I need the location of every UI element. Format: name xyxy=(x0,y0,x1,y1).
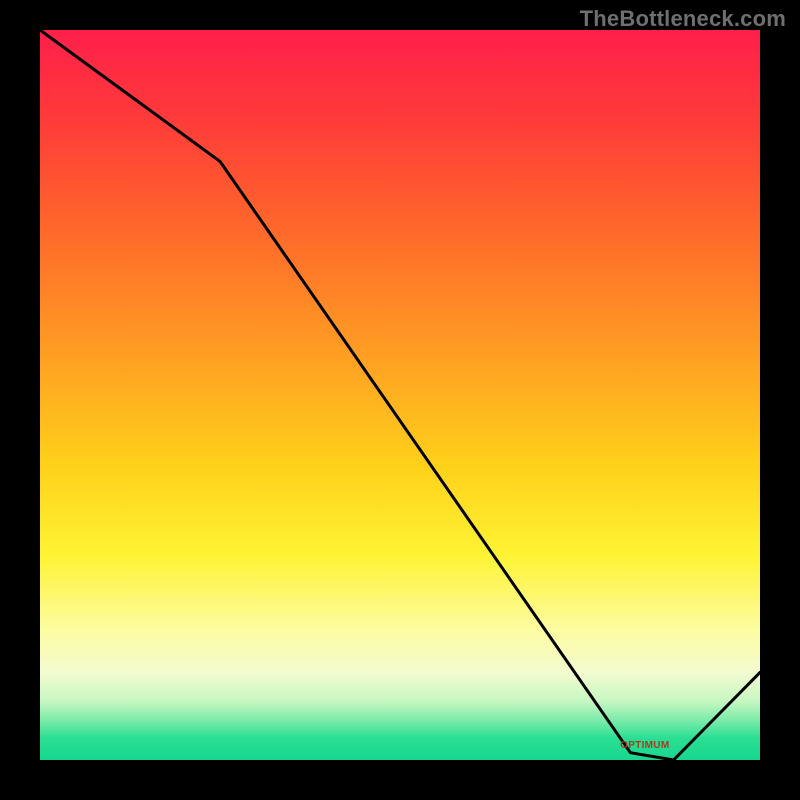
optimum-label: OPTIMUM xyxy=(620,740,669,751)
bottleneck-curve xyxy=(40,30,760,760)
plot-area: OPTIMUM xyxy=(40,30,760,760)
curve-svg xyxy=(40,30,760,760)
watermark-text: TheBottleneck.com xyxy=(580,6,786,32)
chart-frame: TheBottleneck.com OPTIMUM xyxy=(0,0,800,800)
